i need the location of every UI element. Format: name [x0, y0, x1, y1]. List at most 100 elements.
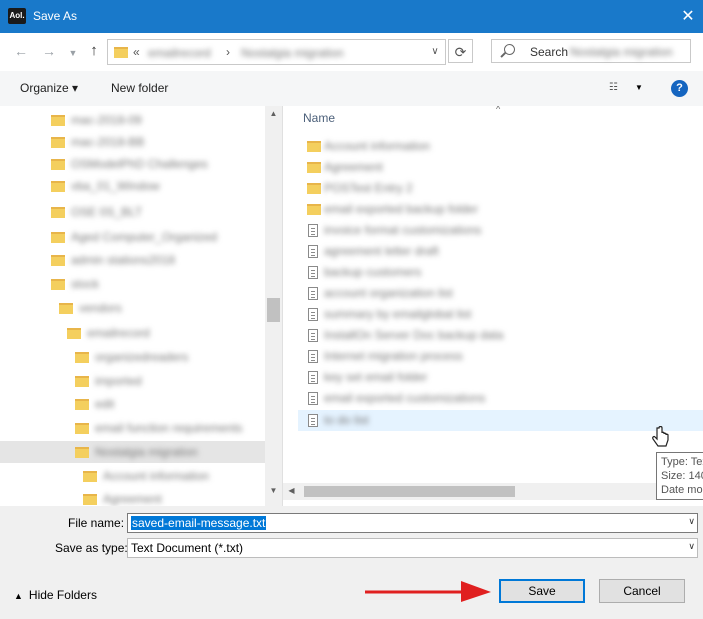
chevron-down-icon[interactable]: ∨ [688, 541, 695, 552]
file-name-input[interactable]: saved-email-message.txt ∨ [127, 513, 698, 533]
list-item[interactable]: email exported customizations [298, 388, 703, 409]
text-document-icon [308, 392, 318, 405]
scroll-left-icon[interactable]: ◀ [283, 486, 300, 495]
folder-icon [75, 423, 89, 434]
hide-folders-label: Hide Folders [28, 588, 97, 602]
sort-ascending-icon: ^ [496, 106, 501, 114]
list-item[interactable]: backup customers [298, 262, 703, 283]
list-item[interactable]: Agreement [298, 157, 703, 178]
scrollbar-thumb[interactable] [267, 298, 280, 322]
list-item[interactable]: POSTest Entry 2 [298, 178, 703, 199]
folder-icon [51, 232, 65, 243]
file-name-label: File name: [68, 516, 125, 530]
text-document-icon [308, 414, 318, 427]
refresh-button[interactable]: ⟳ [448, 39, 473, 63]
tooltip-date: Date mod [661, 484, 703, 496]
folder-icon [75, 352, 89, 363]
breadcrumb-separator: › [226, 45, 230, 59]
file-list-pane[interactable]: ^ Name Account information Agreement POS… [283, 106, 703, 506]
scroll-up-icon[interactable]: ▲ [265, 109, 282, 118]
tooltip-type: Type: Text [661, 456, 703, 468]
recent-locations-icon[interactable]: ▼ [64, 43, 82, 63]
back-arrow-icon[interactable]: ← [12, 41, 30, 61]
search-placeholder: Search [530, 45, 569, 59]
list-item-hovered[interactable]: to do list [298, 410, 703, 431]
scrollbar-thumb[interactable] [304, 486, 515, 497]
chevron-down-icon[interactable]: ∨ [425, 40, 445, 64]
navigation-pane[interactable]: mac-2018-09 mac-2018-BB OSModelPhD Chall… [0, 106, 283, 506]
list-item[interactable]: agreement letter draft [298, 241, 703, 262]
file-name-value[interactable]: saved-email-message.txt [131, 516, 267, 530]
aol-logo-icon: Aol. [8, 8, 26, 24]
red-arrow-annotation-icon [365, 581, 491, 602]
search-icon [504, 44, 515, 55]
save-type-value: Text Document (*.txt) [131, 541, 244, 555]
close-icon[interactable]: ✕ [673, 0, 703, 33]
column-header-name[interactable]: Name [303, 111, 335, 125]
text-document-icon [308, 308, 318, 321]
list-item[interactable]: summary by emailglobal list [298, 304, 703, 325]
breadcrumb-current[interactable]: Nostalgia migration [241, 46, 344, 60]
organize-button[interactable]: Organize ▾ [20, 81, 78, 95]
list-item[interactable]: Account information [298, 136, 703, 157]
view-options-icon[interactable]: ☷ [609, 82, 626, 94]
folder-icon [51, 255, 65, 266]
hand-cursor-icon [652, 426, 669, 447]
up-arrow-icon[interactable]: ↑ [85, 41, 103, 61]
chevron-up-icon: ▲ [14, 591, 23, 601]
folder-icon [51, 115, 65, 126]
folder-icon [75, 376, 89, 387]
chevron-down-icon[interactable]: ∨ [688, 516, 695, 527]
folder-icon [51, 159, 65, 170]
title-bar: Aol. Save As ✕ [0, 0, 703, 33]
help-icon[interactable]: ? [671, 80, 688, 97]
list-item[interactable]: account organization list [298, 283, 703, 304]
folder-icon [83, 494, 97, 505]
folder-icon [75, 447, 89, 458]
horizontal-scrollbar[interactable]: ◀ [283, 483, 703, 500]
breadcrumb-emailrecord[interactable]: emailrecord [148, 46, 211, 60]
folder-icon [83, 471, 97, 482]
text-document-icon [308, 287, 318, 300]
forward-arrow-icon[interactable]: → [40, 41, 58, 61]
list-item[interactable]: invoice format customizations [298, 220, 703, 241]
text-document-icon [308, 329, 318, 342]
search-input[interactable]: Search Nostalgia migration [491, 39, 691, 63]
text-document-icon [308, 266, 318, 279]
folder-icon [51, 207, 65, 218]
save-type-select[interactable]: Text Document (*.txt) ∨ [127, 538, 698, 558]
folder-icon [51, 279, 65, 290]
navigation-scrollbar[interactable]: ▲ ▼ [265, 106, 282, 506]
view-dropdown-icon[interactable]: ▼ [635, 83, 643, 92]
new-folder-button[interactable]: New folder [111, 81, 168, 95]
file-tooltip: Type: Text Size: 140 Date mod [656, 452, 703, 500]
scroll-down-icon[interactable]: ▼ [265, 486, 282, 495]
command-toolbar: Organize ▾ New folder ☷ ▼ ? [0, 71, 703, 107]
folder-icon [59, 303, 73, 314]
save-form: File name: saved-email-message.txt ∨ Sav… [0, 506, 703, 619]
search-scope: Nostalgia migration [570, 45, 673, 59]
save-button[interactable]: Save [499, 579, 585, 603]
folder-icon [114, 47, 128, 58]
text-document-icon [308, 350, 318, 363]
folder-icon [51, 181, 65, 192]
cancel-button[interactable]: Cancel [599, 579, 685, 603]
folder-icon [75, 399, 89, 410]
address-bar[interactable]: « emailrecord › Nostalgia migration ∨ [107, 39, 446, 65]
folder-icon [307, 162, 321, 173]
hide-folders-button[interactable]: ▲ Hide Folders [14, 588, 97, 602]
folder-icon [51, 137, 65, 148]
text-document-icon [308, 245, 318, 258]
text-document-icon [308, 371, 318, 384]
list-item[interactable]: email exported backup folder [298, 199, 703, 220]
text-document-icon [308, 224, 318, 237]
folder-icon [307, 141, 321, 152]
list-item[interactable]: InstallOn Server Doc backup data [298, 325, 703, 346]
folder-icon [307, 204, 321, 215]
breadcrumb-overflow[interactable]: « [133, 45, 140, 59]
tree-item-selected[interactable]: Nostalgia migration [0, 441, 265, 463]
address-row: ← → ▼ ↑ « emailrecord › Nostalgia migrat… [0, 33, 703, 71]
list-item[interactable]: key set email folder [298, 367, 703, 388]
list-item[interactable]: Internet migration process [298, 346, 703, 367]
save-type-label: Save as type: [55, 541, 128, 555]
